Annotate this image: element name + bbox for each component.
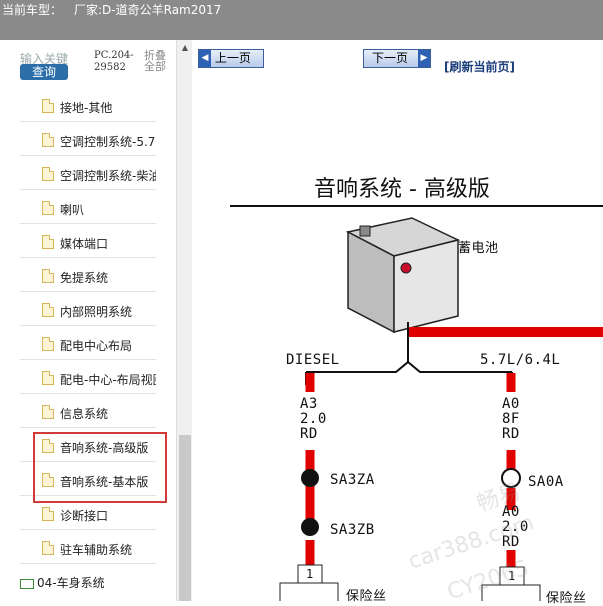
search-area: 输入关键 查询 PC.204-29582 折叠全部 [20, 50, 170, 90]
tree-folder[interactable]: 04-车身系统 [20, 574, 170, 591]
branch-left-label: DIESEL [286, 352, 340, 368]
tree-item-label: 信息系统 [60, 407, 109, 421]
tree-item[interactable]: 空调控制系统-5.716.4 [20, 126, 156, 156]
document-icon [42, 133, 54, 147]
folder-label: 04-车身系统 [37, 576, 105, 590]
document-icon [42, 507, 54, 521]
fold-all-button[interactable]: 折叠全部 [144, 50, 174, 72]
splice-sa3zb: SA3ZB [330, 522, 375, 538]
wire-right-line2: 8F [502, 411, 520, 427]
document-icon [42, 337, 54, 351]
tree-item[interactable]: 诊断接口 [20, 500, 156, 530]
tree-item-label: 内部照明系统 [60, 305, 133, 319]
document-icon [42, 303, 54, 317]
document-icon [42, 269, 54, 283]
splice-sa3za: SA3ZA [330, 472, 375, 488]
tree-item-label: 喇叭 [60, 203, 85, 217]
fuse-label-left: 保险丝 [346, 589, 387, 604]
wire-left-line1: A3 [300, 396, 318, 412]
scroll-up-icon[interactable]: ▲ [177, 40, 193, 56]
wire-left-line3: RD [300, 426, 318, 442]
tree-item[interactable]: 喇叭 [20, 194, 156, 224]
branch-right-label: 5.7L/6.4L [480, 352, 561, 368]
document-icon [42, 201, 54, 215]
tree-item-label: 配电中心布局 [60, 339, 133, 353]
wire-right-line3: RD [502, 426, 520, 442]
tree-item[interactable]: 配电-中心-布局视图 [20, 364, 156, 394]
tree-item[interactable]: 驻车辅助系统 [20, 534, 156, 564]
tree-item-label: 配电-中心-布局视图 [60, 373, 156, 387]
document-icon [42, 235, 54, 249]
tree-item-label: 空调控制系统-柴油机 [60, 169, 156, 183]
top-bar: 当前车型： 厂家:D-道奇公羊Ram2017 [0, 0, 603, 40]
tree-item-label: 接地-其他 [60, 101, 113, 115]
current-model-value: 厂家:D-道奇公羊Ram2017 [74, 3, 222, 17]
left-panel: 输入关键 查询 PC.204-29582 折叠全部 接地-其他 空调控制系统-5… [0, 40, 192, 601]
wiring-diagram [279, 217, 603, 601]
tree-item-label: 诊断接口 [60, 509, 109, 523]
tree-item-label: 媒体端口 [60, 237, 109, 251]
scroll-thumb[interactable] [179, 435, 191, 601]
wire-right-line1: A0 [502, 396, 520, 412]
tree-item[interactable]: 配电中心布局 [20, 330, 156, 360]
current-model-label: 当前车型： [2, 3, 63, 17]
document-icon [42, 541, 54, 555]
selection-highlight [33, 432, 167, 503]
tree-item-label: 驻车辅助系统 [60, 543, 133, 557]
battery-icon [345, 217, 461, 334]
tree-item[interactable]: 空调控制系统-柴油机 [20, 160, 156, 190]
document-icon [42, 405, 54, 419]
folder-icon [20, 578, 34, 589]
pc-code: PC.204-29582 [94, 50, 134, 73]
document-icon [42, 371, 54, 385]
tree-item[interactable]: 媒体端口 [20, 228, 156, 258]
left-scrollbar[interactable]: ▲ [176, 40, 192, 601]
fuse-number-left: 1 [306, 567, 314, 581]
tree-item[interactable]: 接地-其他 [20, 92, 156, 122]
tree-item[interactable]: 免提系统 [20, 262, 156, 292]
diagram-panel: ◀ 上一页 下一页 ▶ [刷新当前页] 音响系统 - 高级版 蓄电池 DIESE… [196, 40, 603, 606]
splice-sa0a: SA0A [528, 474, 564, 490]
document-icon [42, 167, 54, 181]
query-button[interactable]: 查询 [20, 64, 68, 80]
tree-item-label: 免提系统 [60, 271, 109, 285]
wire-left-line2: 2.0 [300, 411, 327, 427]
tree-item-label: 空调控制系统-5.716.4 [60, 135, 156, 149]
tree-item[interactable]: 信息系统 [20, 398, 156, 428]
fuse-label-right: 保险丝 [546, 591, 587, 606]
tree-item[interactable]: 内部照明系统 [20, 296, 156, 326]
document-icon [42, 99, 54, 113]
battery-label: 蓄电池 [458, 241, 499, 256]
